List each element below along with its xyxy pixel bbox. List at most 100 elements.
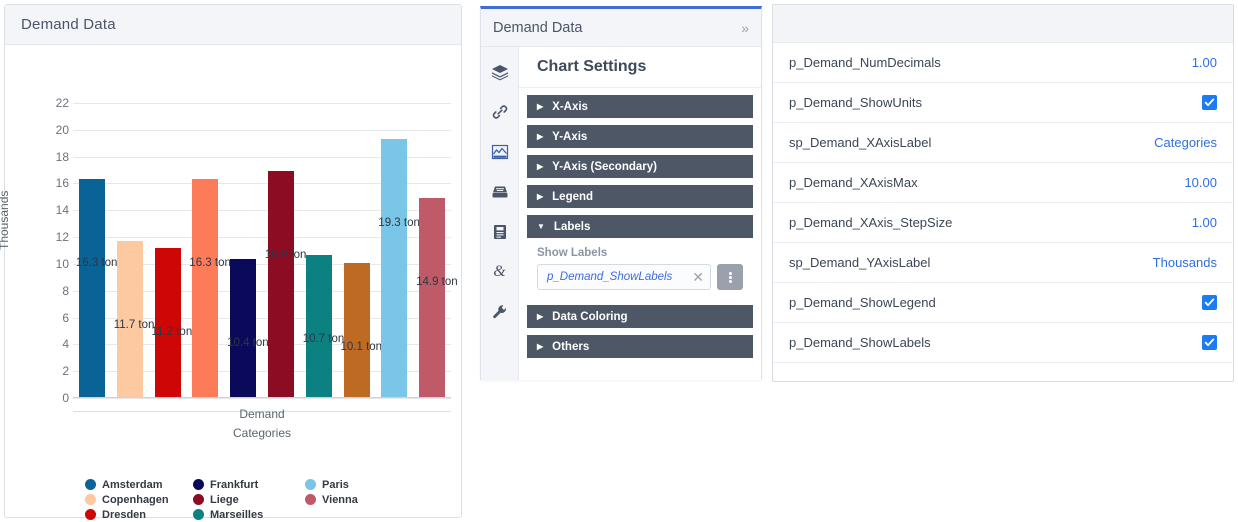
show-labels-field-row: p_Demand_ShowLabels ✕ [537,264,743,290]
chart-icon[interactable] [489,141,511,163]
chart-settings-header-title: Demand Data [493,19,583,36]
accordion-header-y-axis[interactable]: ▶ Y-Axis [527,125,753,148]
accordion-label: Data Coloring [552,310,628,323]
show-labels-input[interactable]: p_Demand_ShowLabels ✕ [537,264,711,290]
parameter-row[interactable]: p_Demand_XAxisMax 10.00 [773,163,1233,203]
legend-item[interactable]: Paris [305,477,405,492]
legend-item[interactable]: Frankfurt [193,477,305,492]
parameter-row[interactable]: sp_Demand_YAxisLabel Thousands [773,243,1233,283]
y-axis-tick-label: 0 [62,391,69,405]
legend-item[interactable]: Marseilles [193,507,305,522]
bar[interactable] [78,179,105,398]
parameter-value[interactable]: 1.00 [1192,55,1217,70]
gridline [73,398,451,399]
parameter-name: sp_Demand_XAxisLabel [789,135,932,150]
archive-icon[interactable] [489,181,511,203]
layers-icon[interactable] [489,61,511,83]
legend-color-dot [193,509,204,520]
parameter-checkbox[interactable] [1202,335,1217,350]
legend-label: Copenhagen [102,493,169,506]
bar-data-label: 16.3 ton [75,257,118,270]
chart-settings-header: Demand Data » [481,9,761,47]
bar-data-label: 10.7 ton [302,332,345,345]
legend-item[interactable]: Amsterdam [85,477,193,492]
bar[interactable] [192,179,219,398]
legend-label: Vienna [322,493,358,506]
accordion-header-legend[interactable]: ▶ Legend [527,185,753,208]
accordion-label: X-Axis [552,100,588,113]
chevron-down-icon: ▼ [537,221,545,231]
bar-data-label: 16.9 ton [264,249,307,262]
kebab-icon [728,271,732,284]
bar-data-label: 10.1 ton [340,340,383,353]
parameter-name: p_Demand_ShowUnits [789,95,922,110]
parameter-name: p_Demand_XAxisMax [789,175,918,190]
legend-color-dot [85,494,96,505]
legend-color-dot [305,479,316,490]
parameter-row[interactable]: p_Demand_ShowLegend [773,283,1233,323]
bar[interactable] [343,262,370,398]
y-axis-tick-label: 22 [55,96,69,110]
bar[interactable] [419,198,446,398]
accordion-header-x-axis[interactable]: ▶ X-Axis [527,95,753,118]
parameter-value[interactable]: Categories [1154,135,1217,150]
chart-card-title: Demand Data [21,16,116,33]
parameter-row[interactable]: p_Demand_NumDecimals 1.00 [773,43,1233,83]
parameter-table-card: p_Demand_NumDecimals 1.00 p_Demand_ShowUni… [772,4,1234,382]
parameter-value[interactable]: 1.00 [1192,215,1217,230]
parameter-checkbox[interactable] [1202,295,1217,310]
parameter-row[interactable]: p_Demand_ShowLabels [773,323,1233,363]
parameter-row[interactable]: p_Demand_ShowUnits [773,83,1233,123]
legend-label: Liege [210,493,239,506]
chart-legend: Amsterdam Frankfurt Paris Copenhagen Liege Vi… [85,477,425,522]
chart-card-header: Demand Data [5,5,461,45]
bar[interactable] [154,247,181,398]
ampersand-icon[interactable]: & [489,261,511,283]
chevron-right-icon: ▶ [537,161,544,171]
accordion-label: Y-Axis [552,130,588,143]
bar[interactable] [381,139,408,398]
legend-item[interactable]: Vienna [305,492,405,507]
parameter-name: p_Demand_NumDecimals [789,55,941,70]
bar[interactable] [230,258,257,398]
document-icon[interactable] [489,221,511,243]
y-axis-tick-label: 20 [55,122,69,137]
bar-data-label: 19.3 ton [378,217,420,230]
parameter-row[interactable]: sp_Demand_XAxisLabel Categories [773,123,1233,163]
y-axis-tick-label: 12 [55,230,69,245]
accordion-label: Others [552,340,590,353]
legend-color-dot [193,494,204,505]
y-axis-tick-label: 4 [62,337,69,352]
accordion-label: Y-Axis (Secondary) [552,160,657,173]
legend-color-dot [85,509,96,520]
bar-data-label: 10.4 ton [227,336,269,349]
bar[interactable] [267,171,294,398]
accordion-header-others[interactable]: ▶ Others [527,335,753,358]
bar-data-label: 16.3 ton [189,257,231,270]
bar[interactable] [305,254,332,398]
parameter-row[interactable]: p_Demand_XAxis_StepSize 1.00 [773,203,1233,243]
y-axis-tick-label: 2 [62,364,69,379]
y-axis-tick-label: 16 [55,176,69,191]
clear-icon[interactable]: ✕ [692,270,704,284]
legend-item[interactable]: Copenhagen [85,492,193,507]
accordion-header-data-coloring[interactable]: ▶ Data Coloring [527,305,753,328]
y-axis-tick-label: 14 [55,203,69,218]
legend-item[interactable]: Liege [193,492,305,507]
wrench-icon[interactable] [489,301,511,323]
accordion-header-labels[interactable]: ▼ Labels [527,215,753,238]
parameter-value[interactable]: 10.00 [1184,175,1217,190]
legend-item[interactable]: Dresden [85,507,193,522]
more-options-button[interactable] [717,264,743,290]
y-axis-title: Thousands [0,190,11,250]
legend-label: Paris [322,478,349,491]
legend-color-dot [85,479,96,490]
parameter-value[interactable]: Thousands [1153,255,1217,270]
legend-label: Amsterdam [102,478,163,491]
accordion-label: Labels [553,220,591,233]
bar-data-label: 11.2 ton [151,325,193,338]
link-icon[interactable] [489,101,511,123]
collapse-panel-icon[interactable]: » [741,20,749,36]
parameter-checkbox[interactable] [1202,95,1217,110]
accordion-header-y-axis-secondary[interactable]: ▶ Y-Axis (Secondary) [527,155,753,178]
